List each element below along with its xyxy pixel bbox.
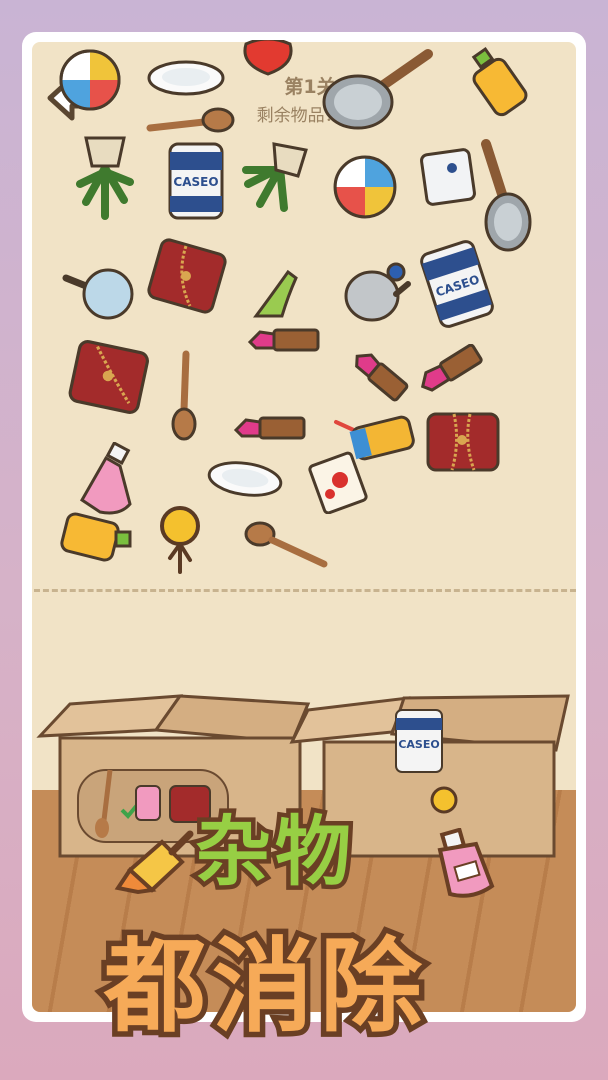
can-label: CASEO: [173, 175, 218, 189]
paintbrush-icon: [114, 830, 194, 895]
potted-plant-icon[interactable]: [240, 140, 312, 216]
beach-ball-icon[interactable]: [332, 154, 398, 220]
lipstick-icon[interactable]: [414, 344, 484, 396]
tin-can-icon[interactable]: CASEO: [414, 236, 500, 332]
perfume-bottle-icon: [437, 828, 495, 898]
pocket-watch-icon[interactable]: [156, 500, 204, 576]
leather-pouch-icon[interactable]: [66, 334, 152, 420]
can-label: CASEO: [398, 738, 439, 751]
flower-card-icon[interactable]: [306, 450, 370, 514]
magnifier-icon[interactable]: [62, 262, 136, 324]
tin-can-icon[interactable]: CASEO: [166, 138, 226, 224]
beach-ball-icon[interactable]: [58, 48, 122, 112]
potted-plant-icon[interactable]: [72, 132, 138, 220]
juice-bottle-icon[interactable]: [60, 512, 136, 562]
apple-icon[interactable]: [240, 40, 296, 76]
headline-line-2: 都消除: [99, 923, 428, 1053]
high-heel-icon[interactable]: [248, 266, 308, 326]
perfume-bottle-icon[interactable]: [76, 442, 136, 520]
wooden-spoon-icon[interactable]: [168, 350, 202, 442]
milk-carton-icon[interactable]: [418, 142, 480, 208]
juice-bottle-icon[interactable]: [462, 44, 534, 118]
headline-line-1: 杂物: [191, 803, 356, 901]
frying-pan-icon[interactable]: [320, 46, 436, 132]
plate-icon[interactable]: [206, 458, 284, 500]
plate-icon[interactable]: [146, 58, 226, 98]
leather-pouch-icon[interactable]: [424, 408, 504, 476]
drop-zone-divider: [34, 589, 576, 592]
lipstick-icon[interactable]: [346, 344, 410, 406]
leather-pouch-icon[interactable]: [146, 236, 228, 318]
lipstick-icon[interactable]: [232, 414, 308, 444]
lipstick-icon[interactable]: [246, 326, 322, 356]
wooden-spoon-icon[interactable]: [146, 106, 236, 140]
teapot-icon[interactable]: [338, 250, 412, 328]
wooden-spoon-icon[interactable]: [244, 520, 330, 572]
